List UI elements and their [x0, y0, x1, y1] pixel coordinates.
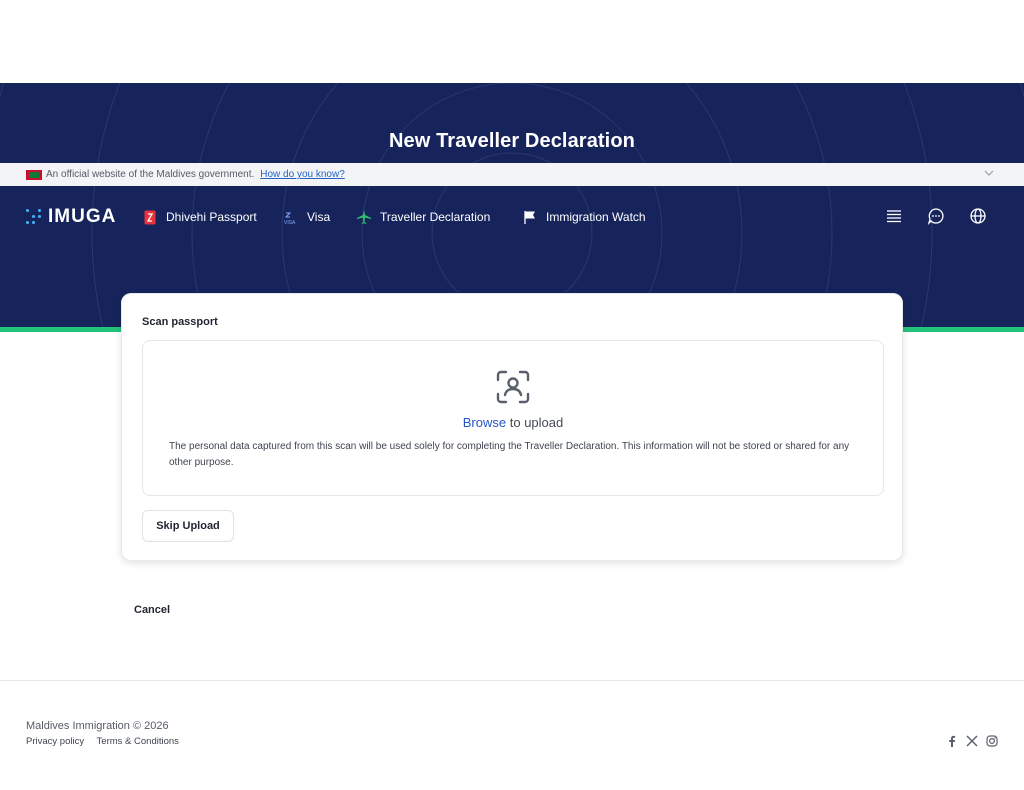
logo-dots-icon: [26, 209, 42, 225]
chevron-down-icon[interactable]: [984, 168, 994, 178]
globe-icon[interactable]: [969, 207, 987, 225]
nav-item-immigration-watch[interactable]: Immigration Watch: [522, 209, 646, 225]
cancel-button[interactable]: Cancel: [134, 604, 170, 616]
nav-item-dhivehi-passport[interactable]: Dhivehi Passport: [142, 209, 257, 225]
maldives-flag-icon: [26, 169, 42, 180]
x-icon[interactable]: [966, 735, 978, 747]
how-do-you-know-link[interactable]: How do you know?: [260, 169, 345, 180]
government-banner: An official website of the Maldives gove…: [0, 163, 1024, 186]
copyright-text: Maldives Immigration © 2026: [26, 720, 169, 732]
nav-item-label: Traveller Declaration: [380, 210, 491, 224]
card-title: Scan passport: [142, 316, 218, 328]
privacy-policy-link[interactable]: Privacy policy: [26, 736, 84, 747]
footer-links: Privacy policy Terms & Conditions: [26, 736, 189, 747]
nav-item-label: Dhivehi Passport: [166, 210, 257, 224]
chat-icon[interactable]: [927, 207, 945, 225]
skip-upload-button[interactable]: Skip Upload: [142, 510, 234, 542]
upload-text: to upload: [506, 415, 564, 430]
scan-passport-card: Scan passport Browse to upload The perso…: [121, 293, 903, 561]
nav-item-label: Visa: [307, 210, 331, 224]
instagram-icon[interactable]: [986, 735, 998, 747]
browse-to-upload: Browse to upload: [143, 415, 883, 430]
logo-text: IMUGA: [48, 206, 117, 227]
svg-text:VISA: VISA: [284, 220, 296, 225]
page-title: New Traveller Declaration: [389, 130, 635, 152]
imuga-logo[interactable]: IMUGA: [26, 206, 116, 228]
list-icon[interactable]: [885, 207, 903, 225]
nav-item-traveller-declaration[interactable]: Traveller Declaration: [356, 209, 490, 225]
main-navigation: IMUGA Dhivehi Passport VISA Visa Travell…: [0, 193, 1024, 239]
visa-icon: VISA: [283, 209, 299, 225]
passport-upload-dropzone[interactable]: Browse to upload The personal data captu…: [142, 340, 884, 496]
airplane-icon: [356, 209, 372, 225]
government-banner-text: An official website of the Maldives gove…: [46, 169, 255, 180]
facebook-icon[interactable]: [946, 735, 958, 747]
footer-divider: [0, 680, 1024, 681]
nav-item-visa[interactable]: VISA Visa: [283, 209, 330, 225]
terms-conditions-link[interactable]: Terms & Conditions: [97, 736, 179, 747]
browse-link[interactable]: Browse: [463, 415, 506, 430]
passport-icon: [142, 209, 158, 225]
nav-item-label: Immigration Watch: [546, 210, 646, 224]
face-scan-icon: [496, 370, 530, 404]
flag-icon: [522, 209, 538, 225]
privacy-note: The personal data captured from this sca…: [169, 441, 850, 468]
